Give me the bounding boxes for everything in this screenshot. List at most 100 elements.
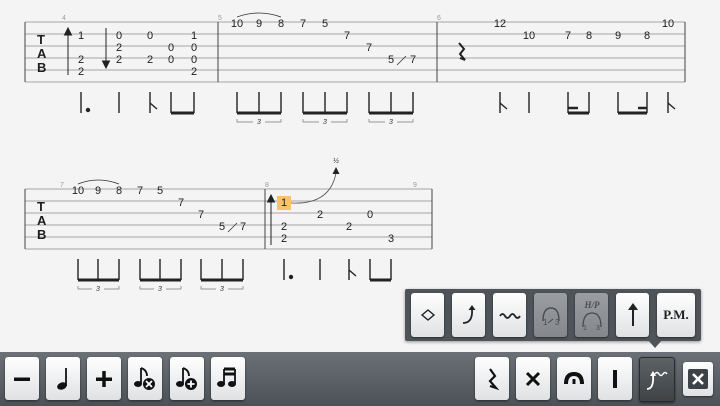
decrease-duration-button[interactable] — [5, 357, 39, 400]
stroke-up-button[interactable] — [616, 293, 649, 337]
up-arrow-icon — [627, 303, 638, 326]
svg-text:10: 10 — [662, 18, 674, 30]
svg-text:12: 12 — [494, 18, 506, 30]
svg-text:B: B — [37, 227, 46, 242]
fermata-icon — [564, 371, 584, 384]
svg-text:2: 2 — [281, 233, 287, 245]
fermata-button[interactable] — [557, 357, 591, 400]
svg-text:T: T — [37, 199, 45, 214]
insert-note-button[interactable] — [170, 357, 204, 400]
measure-number-6: 6 — [437, 15, 441, 22]
svg-text:B: B — [37, 60, 46, 75]
svg-text:1: 1 — [78, 30, 84, 42]
hammer-pull-icon: H/P 1 3 — [581, 300, 602, 331]
fret-numbers-m7: 10 9 8 7 5 7 7 5 7 — [72, 185, 246, 233]
svg-text:5: 5 — [388, 54, 394, 66]
bar-line-button[interactable] — [598, 357, 632, 400]
svg-text:2: 2 — [147, 54, 153, 66]
svg-text:0: 0 — [168, 42, 174, 54]
bend-marker: ½ — [290, 157, 340, 204]
slide-icon: 13 — [541, 307, 560, 327]
fret-numbers-m8: 2 2 2 0 2 3 — [281, 209, 394, 245]
svg-text:3: 3 — [323, 119, 327, 126]
svg-text:3: 3 — [220, 286, 224, 293]
svg-text:0: 0 — [116, 30, 122, 42]
plus-icon — [96, 370, 112, 387]
close-toolbar-button[interactable] — [683, 362, 713, 396]
note-duration-button[interactable] — [46, 357, 80, 400]
svg-text:2: 2 — [116, 42, 122, 54]
rhythm-row-1 — [80, 92, 676, 115]
svg-text:8: 8 — [116, 185, 122, 197]
bend-vibrato-icon — [646, 370, 668, 390]
svg-text:7: 7 — [240, 221, 246, 233]
svg-text:7: 7 — [366, 42, 372, 54]
svg-text:T: T — [37, 32, 45, 47]
stroke-arrow-m8 — [266, 193, 276, 245]
svg-text:2: 2 — [116, 54, 122, 66]
svg-text:3: 3 — [257, 119, 261, 126]
triplet-brackets-row-1: 3 3 3 — [236, 119, 414, 126]
rest-symbol — [458, 42, 466, 61]
beamed-notes-icon — [217, 367, 236, 387]
svg-text:A: A — [37, 46, 47, 61]
measure-number-7: 7 — [60, 182, 64, 189]
fret-numbers-m4: 1 2 2 0 2 2 0 2 0 0 1 0 0 2 — [78, 30, 197, 78]
slide-button[interactable]: 13 — [534, 293, 567, 337]
harmonic-button[interactable] — [411, 293, 444, 337]
svg-text:3: 3 — [555, 318, 560, 327]
bar-line-icon — [613, 369, 617, 388]
rest-button[interactable] — [475, 357, 509, 400]
svg-text:8: 8 — [586, 30, 592, 42]
palm-mute-button[interactable]: P.M. — [657, 293, 695, 337]
svg-text:5: 5 — [322, 18, 328, 30]
svg-text:0: 0 — [191, 54, 197, 66]
measure-number-5: 5 — [218, 15, 222, 22]
x-icon — [525, 371, 541, 386]
delete-note-button[interactable] — [128, 357, 162, 400]
harmonic-icon — [420, 309, 435, 321]
vibrato-button[interactable] — [493, 293, 526, 337]
svg-text:10: 10 — [72, 185, 84, 197]
svg-text:7: 7 — [344, 30, 350, 42]
svg-text:1: 1 — [191, 30, 197, 42]
svg-text:3: 3 — [389, 119, 393, 126]
minus-icon — [14, 377, 30, 381]
effects-toggle-button[interactable] — [639, 357, 675, 402]
svg-text:7: 7 — [198, 209, 204, 221]
svg-text:8: 8 — [278, 18, 284, 30]
svg-text:3: 3 — [596, 325, 600, 331]
hammer-pull-button[interactable]: H/P 1 3 — [575, 293, 608, 337]
measure-number-8: 8 — [265, 182, 269, 189]
bend-button[interactable] — [452, 293, 485, 337]
rhythm-row-2 — [77, 259, 392, 282]
svg-text:7: 7 — [300, 18, 306, 30]
measure-number-9: 9 — [413, 182, 417, 189]
svg-text:3: 3 — [96, 286, 100, 293]
vibrato-icon — [498, 313, 521, 319]
svg-text:9: 9 — [256, 18, 262, 30]
svg-text:10: 10 — [231, 18, 243, 30]
note-add-icon — [176, 366, 197, 390]
tab-clef-row-1: T A B — [37, 32, 47, 75]
svg-text:7: 7 — [410, 54, 416, 66]
tie-notes-button[interactable] — [211, 357, 245, 400]
svg-text:8: 8 — [644, 30, 650, 42]
svg-text:2: 2 — [281, 221, 287, 233]
svg-text:0: 0 — [367, 209, 373, 221]
svg-text:0: 0 — [168, 54, 174, 66]
svg-text:7: 7 — [565, 30, 571, 42]
svg-text:9: 9 — [615, 30, 621, 42]
note-delete-icon — [134, 366, 155, 390]
increase-duration-button[interactable] — [87, 357, 121, 400]
svg-text:7: 7 — [178, 197, 184, 209]
svg-text:2: 2 — [78, 54, 84, 66]
triplet-brackets-row-2: 3 3 3 — [77, 286, 244, 293]
stroke-arrows-m4 — [63, 26, 111, 75]
svg-text:2: 2 — [191, 66, 197, 78]
close-icon — [688, 369, 708, 389]
svg-text:9: 9 — [95, 185, 101, 197]
selected-note[interactable]: 1 — [281, 197, 287, 209]
dead-note-button[interactable] — [516, 357, 550, 400]
svg-text:1: 1 — [543, 318, 548, 327]
